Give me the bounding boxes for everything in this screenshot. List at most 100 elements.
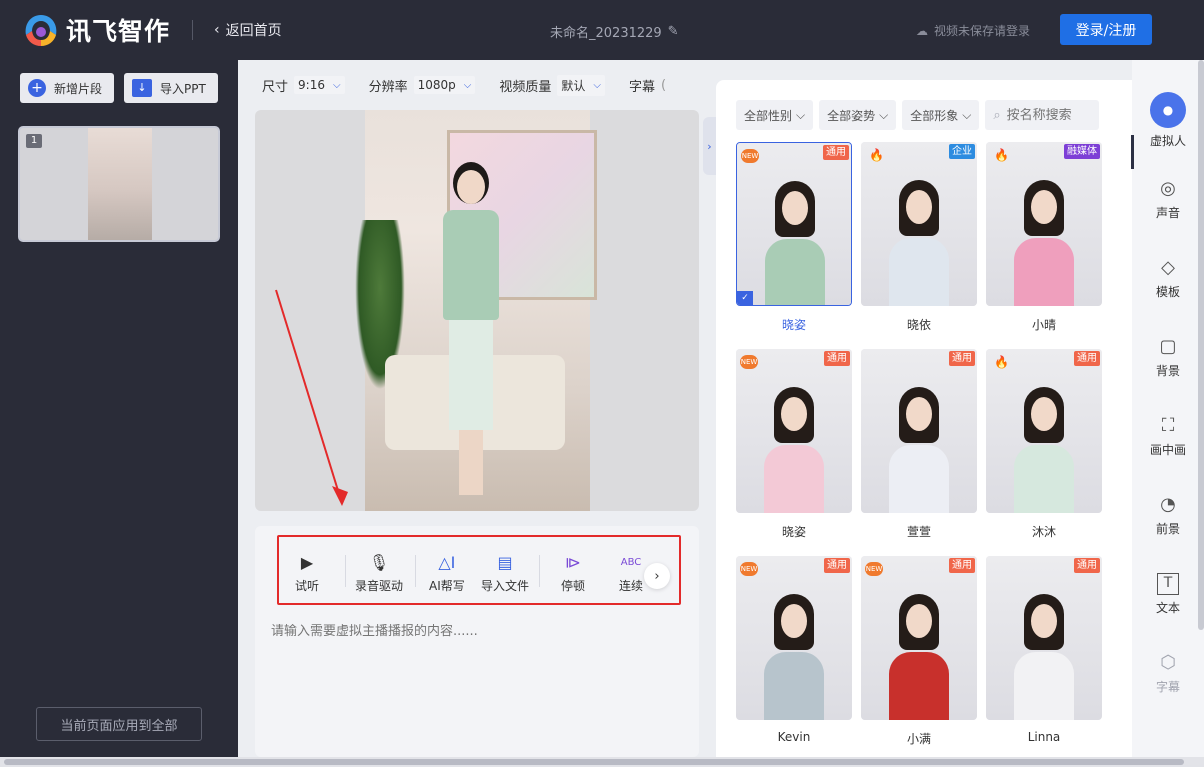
avatar-card[interactable]: 企业 🔥 xyxy=(861,142,977,306)
import-ppt-button[interactable]: ↓ 导入PPT xyxy=(124,73,218,103)
record-drive-tool[interactable]: 🎙 录音驱动 xyxy=(355,553,403,594)
toolbar-next-button[interactable]: › xyxy=(644,563,670,589)
right-scrollbar[interactable] xyxy=(1198,60,1204,630)
chevron-down-icon: ⌵ xyxy=(593,79,601,91)
pause-tool[interactable]: ⧐ 停顿 xyxy=(561,553,585,594)
resolution-select[interactable]: 1080p ⌵ xyxy=(413,76,476,94)
search-input[interactable] xyxy=(1006,107,1087,123)
nav-label: 模板 xyxy=(1155,285,1180,299)
layers-icon: ◇ xyxy=(1161,257,1175,278)
avatar-card[interactable]: 通用 NEW xyxy=(861,556,977,720)
avatar-card[interactable]: 融媒体 🔥 xyxy=(986,142,1102,306)
avatar-card[interactable]: 通用 xyxy=(861,349,977,513)
document-title-text: 未命名_20231229 xyxy=(550,26,662,41)
virtual-presenter[interactable] xyxy=(435,170,505,500)
continuous-tool[interactable]: ABC 连续 xyxy=(619,553,643,594)
avatar-name[interactable]: 沐沐 xyxy=(986,523,1102,540)
ai-icon: △I xyxy=(438,553,456,572)
horizontal-scrollbar[interactable] xyxy=(0,757,1204,767)
apply-to-all-button[interactable]: 当前页面应用到全部 xyxy=(36,707,202,741)
nav-template[interactable]: ◇ 模板 xyxy=(1132,257,1204,300)
nav-label: 前景 xyxy=(1155,522,1180,536)
collapse-panel-button[interactable]: › xyxy=(703,117,716,175)
script-input[interactable] xyxy=(271,624,681,639)
presenter-blouse xyxy=(443,210,499,320)
category-badge: 通用 xyxy=(949,558,975,573)
avatar-portrait xyxy=(1014,594,1074,720)
nav-subtitle[interactable]: ⬡ 字幕 xyxy=(1132,652,1204,695)
avatar-name[interactable]: 晓姿 xyxy=(736,523,852,540)
microphone-icon: 🎙 xyxy=(368,553,390,572)
video-settings-bar: 尺寸 9:16 ⌵ 分辨率 1080p ⌵ 视频质量 默认 ⌵ 字幕 ( xyxy=(238,60,716,110)
avatar-outfit xyxy=(1014,445,1074,513)
tool-label: 导入文件 xyxy=(481,579,530,593)
import-file-tool[interactable]: ▤ 导入文件 xyxy=(481,553,529,594)
avatar-portrait xyxy=(765,181,825,305)
avatar-card[interactable]: 通用 NEW xyxy=(736,349,852,513)
nav-picture-in-picture[interactable]: ⛶ 画中画 xyxy=(1132,415,1204,458)
cloud-icon: ☁ xyxy=(916,23,928,38)
avatar-portrait xyxy=(889,180,949,306)
app-logo[interactable]: 讯飞智作 xyxy=(22,12,170,48)
nav-foreground[interactable]: ◔ 前景 xyxy=(1132,494,1204,537)
avatar-portrait xyxy=(1014,387,1074,513)
avatar-card[interactable]: 通用 xyxy=(986,556,1102,720)
subtitle-toggle[interactable]: ( xyxy=(661,78,666,93)
avatar-name[interactable]: Linna xyxy=(986,730,1102,744)
avatar-name[interactable]: 小满 xyxy=(861,730,977,747)
add-segment-button[interactable]: + 新增片段 xyxy=(20,73,114,103)
gender-filter[interactable]: 全部性别 ⌵ xyxy=(736,100,814,130)
slide-thumbnail[interactable]: 1 xyxy=(18,126,220,242)
avatar-name[interactable]: 小晴 xyxy=(986,316,1102,333)
avatar-outfit xyxy=(889,238,949,306)
nav-voice[interactable]: ◎ 声音 xyxy=(1132,178,1204,221)
background-icon: ▢ xyxy=(1159,336,1177,357)
nav-virtual-human[interactable]: ● 虚拟人 xyxy=(1132,92,1204,149)
nav-text[interactable]: T 文本 xyxy=(1132,573,1204,616)
avatar-name[interactable]: 晓姿 xyxy=(736,316,852,333)
scrollbar-thumb[interactable] xyxy=(4,759,1184,765)
tool-label: 停顿 xyxy=(561,579,586,593)
category-badge: 通用 xyxy=(1074,351,1100,366)
new-icon: NEW xyxy=(741,149,759,163)
search-icon: ⌕ xyxy=(993,107,1001,123)
chevron-down-icon: ⌵ xyxy=(463,79,472,91)
tool-label: 试听 xyxy=(295,579,320,593)
preview-listen-tool[interactable]: ▶ 试听 xyxy=(295,553,319,594)
presenter-skirt xyxy=(449,320,493,430)
new-icon: NEW xyxy=(740,355,758,369)
category-badge: 通用 xyxy=(1074,558,1100,573)
avatar-portrait xyxy=(889,387,949,513)
size-select[interactable]: 9:16 ⌵ xyxy=(294,76,345,94)
subtitle-setting: 字幕 ( xyxy=(629,76,666,95)
quality-select[interactable]: 默认 ⌵ xyxy=(557,74,605,96)
avatar-outfit xyxy=(765,239,825,305)
toolbar-divider xyxy=(539,555,540,587)
avatar-card[interactable]: 通用 NEW xyxy=(736,556,852,720)
save-hint-text: 视频未保存请登录 xyxy=(934,24,1031,38)
login-register-button[interactable]: 登录/注册 xyxy=(1060,14,1152,45)
avatar-gallery: 全部性别⌵ 全部姿势⌵ 全部形象⌵ ⌕ 通用NEW✓晓姿企业🔥晓依融媒体🔥小晴通… xyxy=(716,80,1132,757)
avatar-portrait xyxy=(889,594,949,720)
avatar-face xyxy=(1031,604,1057,638)
tool-label: 录音驱动 xyxy=(355,579,404,593)
avatar-card[interactable]: 通用 NEW ✓ xyxy=(736,142,852,306)
back-home-link[interactable]: ‹ 返回首页 xyxy=(214,20,282,40)
pose-filter[interactable]: 全部姿势 ⌵ xyxy=(819,100,897,130)
document-title[interactable]: 未命名_20231229 ✎ xyxy=(550,22,679,41)
search-box[interactable]: ⌕ xyxy=(985,100,1100,130)
presenter-head xyxy=(457,170,485,204)
ai-write-tool[interactable]: △I AI帮写 xyxy=(429,553,465,594)
size-setting: 尺寸 9:16 ⌵ xyxy=(262,76,345,95)
avatar-name[interactable]: 晓依 xyxy=(861,316,977,333)
avatar-name[interactable]: 萱萱 xyxy=(861,523,977,540)
logo-icon xyxy=(22,13,60,47)
avatar-name[interactable]: Kevin xyxy=(736,730,852,744)
preview-stage[interactable] xyxy=(355,110,597,511)
avatar-card[interactable]: 通用 🔥 xyxy=(986,349,1102,513)
image-filter[interactable]: 全部形象 ⌵ xyxy=(902,100,980,130)
edit-icon[interactable]: ✎ xyxy=(668,24,679,39)
voice-icon: ◎ xyxy=(1160,178,1176,199)
nav-background[interactable]: ▢ 背景 xyxy=(1132,336,1204,379)
avatar-face xyxy=(1031,190,1057,224)
